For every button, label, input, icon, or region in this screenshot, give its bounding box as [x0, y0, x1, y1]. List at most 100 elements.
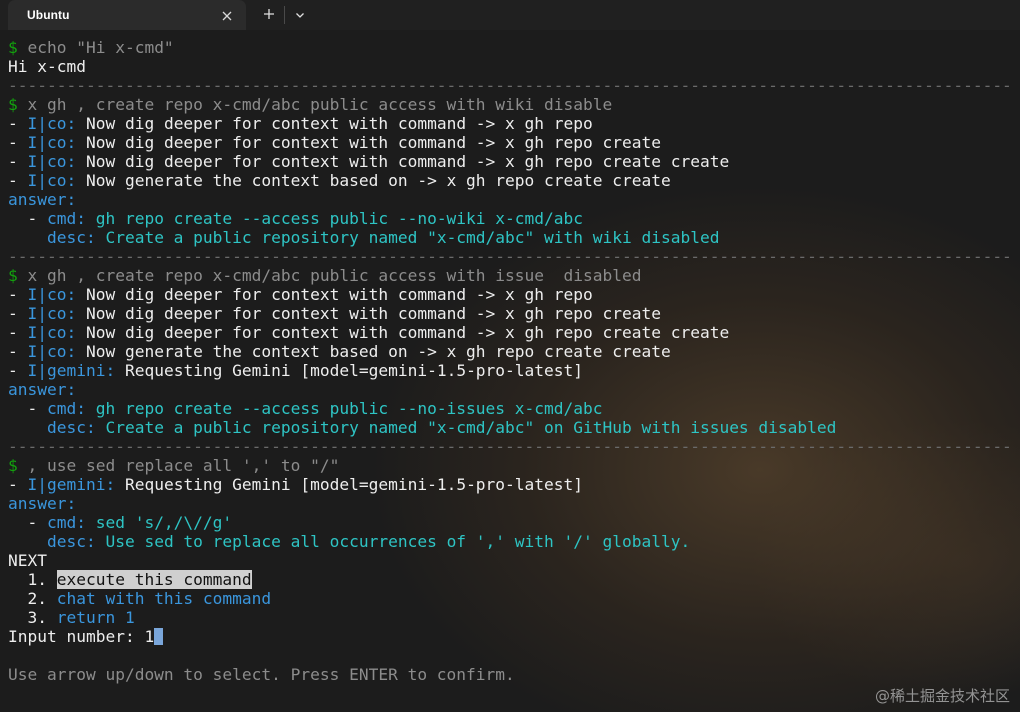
log-line: - I|co: Now dig deeper for context with …	[8, 152, 1012, 171]
tab-title: Ubuntu	[27, 8, 70, 22]
log-dash: -	[8, 323, 28, 342]
log-dash: -	[8, 285, 28, 304]
tab-dropdown-button[interactable]	[287, 0, 313, 30]
answer-desc-line: desc: Use sed to replace all occurrences…	[8, 532, 1012, 551]
command-line: $ , use sed replace all ',' to "/"	[8, 456, 1012, 475]
log-line: - I|co: Now dig deeper for context with …	[8, 304, 1012, 323]
log-tag: I|co:	[27, 152, 77, 171]
close-icon[interactable]	[220, 8, 234, 22]
separator-line: ----------------------------------------…	[8, 437, 1012, 456]
log-text: Now dig deeper for context with command …	[76, 114, 593, 133]
answer-label: answer:	[8, 380, 77, 399]
log-line: - I|co: Now dig deeper for context with …	[8, 323, 1012, 342]
log-tag: I|co:	[27, 133, 77, 152]
command-line: $ x gh , create repo x-cmd/abc public ac…	[8, 95, 1012, 114]
desc-value: Use sed to replace all occurrences of ',…	[95, 532, 691, 551]
log-tag: I|co:	[27, 304, 77, 323]
menu-number: 2.	[8, 589, 57, 608]
separator-line: ----------------------------------------…	[8, 76, 1012, 95]
desc-indent	[8, 532, 47, 551]
answer-label: answer:	[8, 190, 77, 209]
log-tag: I|co:	[27, 285, 77, 304]
answer-label: answer:	[8, 494, 77, 513]
log-dash: -	[8, 133, 28, 152]
chevron-down-icon	[294, 6, 306, 25]
tab-ubuntu[interactable]: Ubuntu	[8, 0, 246, 30]
log-text: Now dig deeper for context with command …	[76, 133, 661, 152]
desc-key: desc:	[46, 532, 96, 551]
desc-value: Create a public repository named "x-cmd/…	[95, 228, 720, 247]
watermark: @稀土掘金技术社区	[874, 687, 1010, 705]
cmd-dash: -	[8, 399, 47, 418]
log-line: - I|gemini: Requesting Gemini [model=gem…	[8, 361, 1012, 380]
log-dash: -	[8, 342, 28, 361]
answer-desc-line: desc: Create a public repository named "…	[8, 228, 1012, 247]
cmd-value: sed 's/,/\//g'	[85, 513, 233, 532]
prompt-symbol: $	[8, 38, 18, 57]
menu-number: 1.	[8, 570, 57, 589]
cmd-key: cmd:	[46, 209, 86, 228]
terminal-window: Ubuntu $ echo "Hi x-cmd" Hi x-cmd ------…	[0, 0, 1020, 712]
log-dash: -	[8, 361, 28, 380]
cmd-dash: -	[8, 209, 47, 228]
log-dash: -	[8, 304, 28, 323]
log-text: Now dig deeper for context with command …	[76, 152, 730, 171]
log-dash: -	[8, 152, 28, 171]
log-tag: I|co:	[27, 114, 77, 133]
log-line: - I|co: Now dig deeper for context with …	[8, 285, 1012, 304]
log-text: Requesting Gemini [model=gemini-1.5-pro-…	[115, 475, 584, 494]
log-tag: I|gemini:	[27, 361, 116, 380]
log-line: - I|co: Now generate the context based o…	[8, 171, 1012, 190]
log-tag: I|gemini:	[27, 475, 116, 494]
input-number-line[interactable]: Input number: 1	[8, 627, 1012, 646]
next-label: NEXT	[8, 551, 47, 570]
tab-bar-divider	[284, 6, 285, 24]
answer-cmd-line: - cmd: sed 's/,/\//g'	[8, 513, 1012, 532]
menu-label-selected[interactable]: execute this command	[56, 570, 252, 589]
log-text: Now generate the context based on -> x g…	[76, 342, 671, 361]
menu-option-execute[interactable]: 1. execute this command	[8, 570, 1012, 589]
log-dash: -	[8, 114, 28, 133]
plus-icon	[262, 6, 276, 25]
cmd-key: cmd:	[46, 399, 86, 418]
menu-label[interactable]: return 1	[57, 608, 135, 627]
log-dash: -	[8, 475, 28, 494]
cmd-key: cmd:	[46, 513, 86, 532]
desc-indent	[8, 418, 47, 437]
log-text: Now generate the context based on -> x g…	[76, 171, 671, 190]
log-tag: I|co:	[27, 342, 77, 361]
desc-key: desc:	[46, 228, 96, 247]
log-line: - I|co: Now generate the context based o…	[8, 342, 1012, 361]
command-text: x gh , create repo x-cmd/abc public acce…	[17, 266, 642, 285]
cmd-value: gh repo create --access public --no-wiki…	[85, 209, 583, 228]
menu-number: 3.	[8, 608, 57, 627]
command-text: x gh , create repo x-cmd/abc public acce…	[17, 95, 613, 114]
log-tag: I|co:	[27, 171, 77, 190]
new-tab-button[interactable]	[256, 0, 282, 30]
log-line: - I|co: Now dig deeper for context with …	[8, 114, 1012, 133]
separator-line: ----------------------------------------…	[8, 247, 1012, 266]
menu-label[interactable]: chat with this command	[57, 589, 271, 608]
command-output: Hi x-cmd	[8, 57, 86, 76]
text-cursor	[154, 628, 164, 645]
log-line: - I|co: Now dig deeper for context with …	[8, 133, 1012, 152]
input-value[interactable]: 1	[144, 627, 154, 646]
log-tag: I|co:	[27, 323, 77, 342]
log-text: Now dig deeper for context with command …	[76, 285, 593, 304]
input-label: Input number:	[8, 627, 145, 646]
menu-option-return[interactable]: 3. return 1	[8, 608, 1012, 627]
desc-value: Create a public repository named "x-cmd/…	[95, 418, 837, 437]
log-dash: -	[8, 171, 28, 190]
answer-cmd-line: - cmd: gh repo create --access public --…	[8, 209, 1012, 228]
command-line: $ x gh , create repo x-cmd/abc public ac…	[8, 266, 1012, 285]
answer-cmd-line: - cmd: gh repo create --access public --…	[8, 399, 1012, 418]
prompt-symbol: $	[8, 456, 18, 475]
log-text: Now dig deeper for context with command …	[76, 323, 730, 342]
command-text: , use sed replace all ',' to "/"	[17, 456, 340, 475]
terminal-output[interactable]: $ echo "Hi x-cmd" Hi x-cmd -------------…	[8, 38, 1012, 712]
menu-option-chat[interactable]: 2. chat with this command	[8, 589, 1012, 608]
answer-desc-line: desc: Create a public repository named "…	[8, 418, 1012, 437]
log-text: Now dig deeper for context with command …	[76, 304, 661, 323]
prompt-symbol: $	[8, 95, 18, 114]
